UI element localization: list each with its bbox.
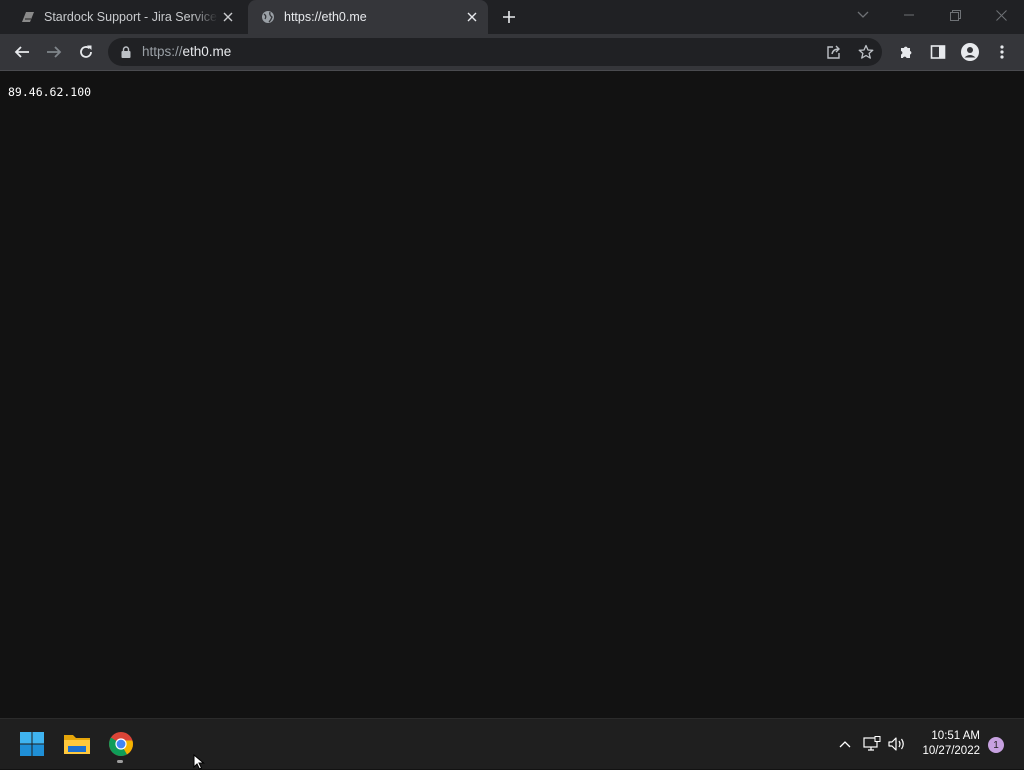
tab-close-icon[interactable]: [462, 7, 482, 27]
tab-strip: Stardock Support - Jira Service Manageme…: [0, 0, 1024, 34]
reload-icon: [80, 45, 92, 58]
system-clock[interactable]: 10:51 AM 10/27/2022: [922, 729, 980, 759]
restore-button[interactable]: [932, 0, 978, 30]
windows-start-icon: [20, 732, 44, 756]
close-icon: [995, 9, 1007, 21]
url-text[interactable]: https://eth0.me: [142, 44, 231, 59]
back-icon: [14, 46, 29, 58]
chevron-up-icon[interactable]: [835, 735, 855, 753]
restore-icon: [949, 9, 961, 21]
forward-button[interactable]: [40, 38, 68, 66]
close-window-button[interactable]: [978, 0, 1024, 30]
running-indicator: [117, 760, 123, 763]
new-tab-button[interactable]: [497, 5, 521, 29]
tab-title: https://eth0.me: [284, 10, 367, 24]
extensions-icon: [901, 46, 912, 58]
lock-icon[interactable]: [119, 44, 133, 60]
extensions-button[interactable]: [892, 38, 920, 66]
chrome-icon: [109, 732, 133, 757]
bookmark-star-icon[interactable]: [854, 40, 878, 64]
clock-date: 10/27/2022: [922, 745, 980, 757]
menu-button[interactable]: [988, 38, 1016, 66]
volume-icon[interactable]: [887, 735, 907, 753]
tab-eth0[interactable]: https://eth0.me: [248, 0, 488, 34]
share-icon[interactable]: [822, 40, 846, 64]
page-content: 89.46.62.100: [0, 71, 1024, 717]
tab-close-icon[interactable]: [218, 7, 238, 27]
back-button[interactable]: [8, 38, 36, 66]
url-scheme: https://: [142, 44, 183, 59]
network-icon[interactable]: [862, 735, 882, 753]
browser-toolbar: https://eth0.me: [0, 34, 1024, 71]
taskbar: 10:51 AM 10/27/2022 1: [0, 718, 1024, 769]
file-explorer-icon: [64, 735, 90, 754]
tab-stardock-support[interactable]: Stardock Support - Jira Service Manageme…: [8, 0, 244, 34]
globe-icon: [260, 9, 276, 25]
stardock-favicon-icon: [20, 9, 36, 25]
minimize-icon: [904, 14, 914, 16]
reload-button[interactable]: [72, 38, 100, 66]
chevron-down-icon: [857, 11, 869, 18]
side-panel-button[interactable]: [924, 38, 952, 66]
chrome-taskbar-button[interactable]: [103, 726, 139, 763]
profile-button[interactable]: [956, 38, 984, 66]
address-bar[interactable]: https://eth0.me: [108, 38, 882, 66]
ip-address-text: 89.46.62.100: [8, 85, 92, 99]
start-button[interactable]: [14, 726, 50, 762]
notification-badge[interactable]: 1: [988, 737, 1004, 753]
file-explorer-button[interactable]: [59, 726, 95, 762]
tab-search-button[interactable]: [840, 0, 886, 30]
side-panel-icon: [930, 45, 946, 59]
minimize-button[interactable]: [886, 0, 932, 30]
url-host: eth0.me: [182, 44, 232, 59]
clock-time: 10:51 AM: [931, 730, 980, 742]
forward-icon: [47, 46, 62, 58]
menu-icon: [1000, 45, 1004, 59]
tab-title: Stardock Support - Jira Service Manageme…: [44, 10, 218, 24]
profile-icon: [961, 43, 979, 61]
plus-icon: [503, 11, 515, 23]
